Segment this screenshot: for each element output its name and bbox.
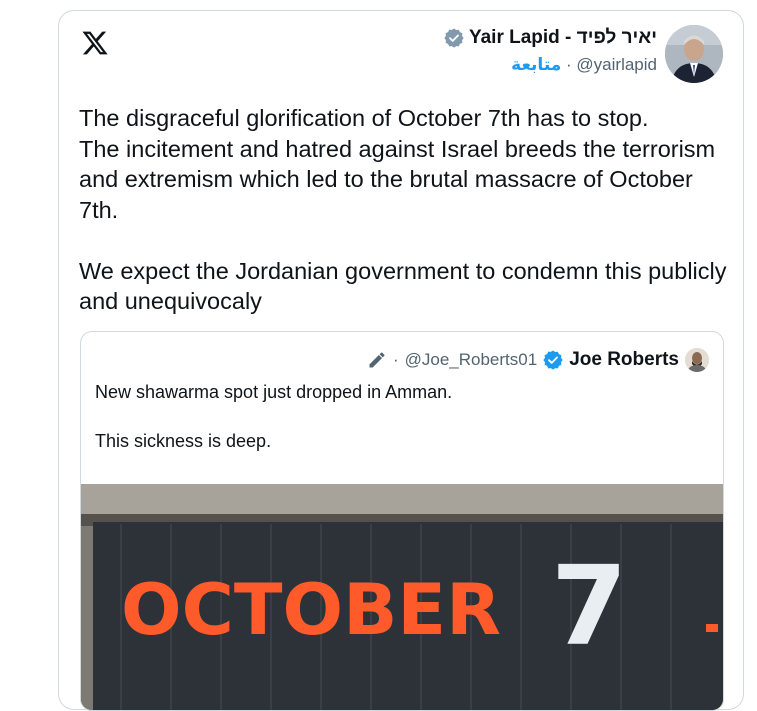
storefront-sign-photo: OCTOBER 7 [81, 484, 723, 710]
author-name[interactable]: Yair Lapid - יאיר לפיד [469, 27, 657, 49]
post-card: Yair Lapid - יאיר לפיד متابعة · @yairlap… [58, 10, 744, 711]
quoted-separator-dot: · [392, 350, 399, 369]
quoted-author-name[interactable]: Joe Roberts [569, 349, 679, 371]
quoted-author-avatar[interactable] [685, 348, 709, 372]
author-info: Yair Lapid - יאיר לפיד متابعة · @yairlap… [444, 25, 657, 75]
quoted-post-header: · @Joe_Roberts01 Joe Roberts [367, 348, 709, 372]
post-header: Yair Lapid - יאיר לפיד متابعة · @yairlap… [444, 25, 723, 83]
follow-link[interactable]: متابعة [511, 55, 561, 74]
sign-number-text: 7 [551, 542, 628, 670]
author-handle[interactable]: @yairlapid [576, 55, 657, 74]
x-logo-icon[interactable] [81, 29, 109, 57]
quoted-author-handle[interactable]: @Joe_Roberts01 [405, 350, 538, 370]
sign-word-text: OCTOBER [121, 569, 501, 651]
blue-verified-badge-icon [543, 350, 563, 370]
post-text: The disgraceful glorification of October… [79, 105, 727, 314]
separator-dot: · [566, 55, 572, 74]
quoted-post-media[interactable]: OCTOBER 7 [81, 484, 723, 710]
quoted-post-text: New shawarma spot just dropped in Amman.… [95, 382, 453, 451]
quoted-post[interactable]: · @Joe_Roberts01 Joe Roberts New shawarm… [80, 331, 724, 711]
quoted-avatar-portrait-icon [685, 348, 709, 372]
pencil-edit-icon[interactable] [367, 350, 387, 370]
gray-verified-badge-icon [444, 28, 464, 48]
author-name-row: Yair Lapid - יאיר לפיד [444, 25, 657, 51]
author-handle-row: متابعة · @yairlapid [444, 55, 657, 75]
avatar-portrait-icon [665, 25, 723, 83]
author-avatar[interactable] [665, 25, 723, 83]
